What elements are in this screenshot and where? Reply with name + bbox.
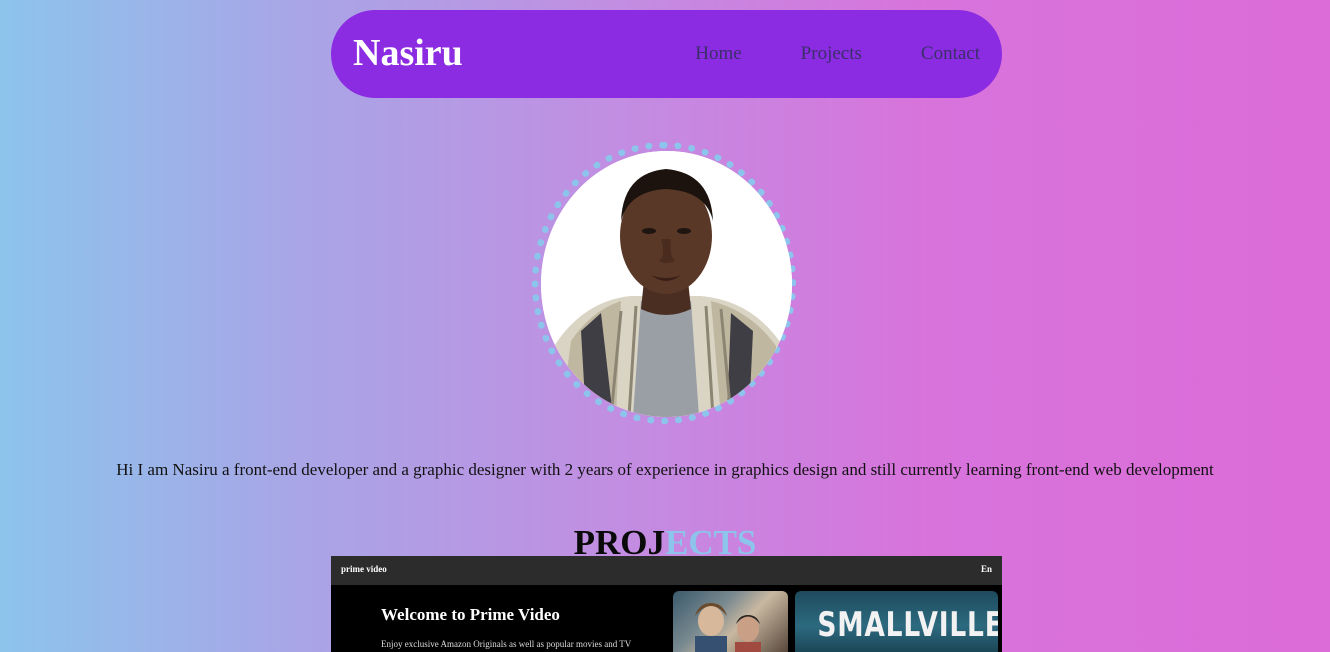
poster-figures-icon — [695, 603, 761, 652]
project-preview-subtext: Enjoy exclusive Amazon Originals as well… — [381, 639, 632, 649]
project-card-prime-video[interactable]: prime video En Welcome to Prime Video En… — [331, 556, 1002, 652]
nav-links: Home Projects Contact — [695, 42, 980, 66]
bio-text: Hi I am Nasiru a front-end developer and… — [116, 460, 1214, 479]
nav-link-projects[interactable]: Projects — [801, 42, 862, 66]
profile-photo — [541, 151, 792, 417]
brand-logo[interactable]: Nasiru — [353, 30, 463, 76]
nav-link-home[interactable]: Home — [695, 42, 741, 66]
poster-title: SMALLVILLE — [817, 605, 998, 645]
profile-avatar — [532, 142, 800, 426]
nav-link-contact[interactable]: Contact — [921, 42, 980, 66]
project-preview-lang: En — [980, 564, 992, 574]
project-preview-heading: Welcome to Prime Video — [381, 605, 560, 624]
project-preview-poster-2: SMALLVILLE — [795, 591, 998, 652]
navbar: Nasiru Home Projects Contact — [331, 10, 1002, 98]
project-preview-logo: prime video — [341, 564, 387, 574]
portrait-illustration — [541, 151, 792, 417]
project-preview-poster — [673, 591, 788, 652]
project-preview-topbar: prime video En — [331, 556, 1002, 585]
